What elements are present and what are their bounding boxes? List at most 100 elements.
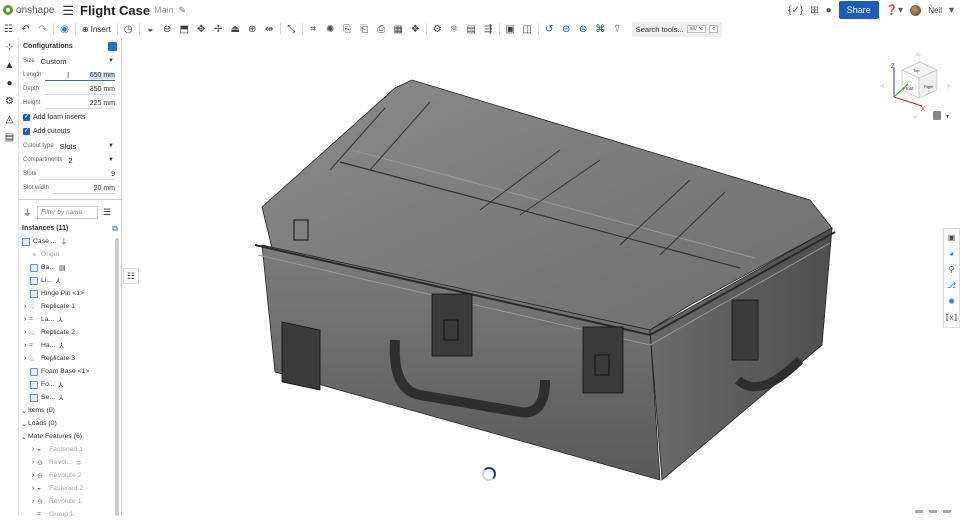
3d-viewport[interactable]: Top Front Right Z X Y ▼	[124, 38, 960, 516]
filter-icon[interactable]: ⏚	[23, 206, 32, 219]
slot-width-value[interactable]: 20 mm	[94, 185, 115, 192]
configurations-tab-icon[interactable]: ◬	[0, 110, 19, 128]
undo-icon[interactable]: ↶	[17, 21, 34, 38]
mate-item[interactable]: ⌗ Group 1	[19, 508, 121, 521]
chevron-right-icon[interactable]: ›	[29, 446, 37, 453]
chevron-down-icon[interactable]: ⌄	[20, 407, 28, 415]
measure-icon[interactable]: ▣	[502, 21, 519, 38]
view-cube[interactable]: Top Front Right Z X Y ▼	[880, 52, 951, 120]
render-mode-icon[interactable]	[933, 111, 941, 120]
height-field[interactable]: Height 225 mm	[19, 96, 121, 110]
replicate-icon[interactable]: ⎘	[339, 21, 356, 38]
list-view-icon[interactable]: ☰	[103, 207, 111, 218]
history-icon[interactable]: ◷	[120, 21, 137, 38]
length-value[interactable]: 650 mm	[89, 71, 115, 79]
view-rotate-up-icon[interactable]	[915, 52, 921, 56]
rotate-x-icon[interactable]: ⊖	[558, 21, 575, 38]
fastened-mate-icon[interactable]: ◒	[142, 21, 159, 38]
simulation-icon[interactable]: ✺	[944, 293, 959, 309]
tree-item[interactable]: › ♧ Replicate 1	[19, 300, 121, 313]
tangent-mate-icon[interactable]: ⤡	[283, 21, 300, 38]
tree-item[interactable]: Li... ⅄	[19, 274, 121, 287]
app-store-icon[interactable]: ⊞	[810, 5, 818, 16]
cylindrical-mate-icon[interactable]: ✢	[210, 21, 227, 38]
user-name[interactable]: Neil	[928, 6, 942, 15]
loads-group[interactable]: ⌄ Loads (0)	[19, 417, 121, 430]
view-control-icon[interactable]	[915, 510, 923, 513]
mate-item[interactable]: › ⊖ Revol... ≑	[19, 456, 121, 469]
chevron-right-icon[interactable]: ›	[21, 329, 29, 336]
slots-value[interactable]: 9	[111, 171, 115, 178]
linear-pattern-icon[interactable]: ⎙	[373, 21, 390, 38]
edit-link-icon[interactable]: ✎	[179, 5, 187, 16]
variables-panel-icon[interactable]: ⟦x⟧	[944, 309, 959, 325]
properties-icon[interactable]: ▣	[944, 229, 959, 245]
parts-list-tab-icon[interactable]: ▤	[0, 128, 19, 146]
slot-width-field[interactable]: Slot width 20 mm	[19, 181, 121, 195]
search-tools-button[interactable]: Search tools... alt/⌥ c	[631, 21, 723, 37]
mate-connector-tab-icon[interactable]: ⊹	[0, 38, 19, 56]
chevron-right-icon[interactable]: ›	[21, 342, 29, 349]
configuration-table-icon[interactable]	[108, 41, 117, 51]
pattern-icon[interactable]: ⎗	[356, 21, 373, 38]
chevron-right-icon[interactable]: ›	[29, 485, 37, 492]
revolute-mate-icon[interactable]: ⊖	[159, 21, 176, 38]
tree-item[interactable]: Origin	[19, 248, 121, 261]
rotate-icon[interactable]: ↺	[541, 21, 558, 38]
appearance-icon[interactable]: ◕	[944, 245, 959, 261]
mate-item[interactable]: › ⊖ Revolute 1	[19, 495, 121, 508]
chevron-down-icon[interactable]: ▾	[949, 5, 954, 16]
explode-icon[interactable]: ▦	[390, 21, 407, 38]
items-group[interactable]: ⌄ Items (0)	[19, 404, 121, 417]
render-mode-chevron-icon[interactable]: ▼	[945, 114, 950, 120]
compartments-select[interactable]: Compartments 2 ▼	[19, 153, 121, 167]
bom-tab-icon[interactable]: ⚙	[0, 92, 19, 110]
mate-features-group[interactable]: ⌄ Mate Features (6)	[19, 430, 121, 443]
tree-scrollbar[interactable]	[115, 238, 119, 516]
ball-mate-icon[interactable]: ⊕	[244, 21, 261, 38]
chevron-right-icon[interactable]: ›	[29, 498, 37, 505]
view-control-icon[interactable]	[929, 510, 937, 513]
group-icon[interactable]: ⌗	[305, 21, 322, 38]
view-rotate-left-icon[interactable]	[880, 83, 884, 89]
slider-mate-icon[interactable]: ⬒	[176, 21, 193, 38]
section-view-icon[interactable]: ◫	[519, 21, 536, 38]
mate-connector-icon[interactable]: ✺	[322, 21, 339, 38]
add-foam-checkbox[interactable]: ✓ Add foam inserts	[19, 110, 121, 124]
chevron-right-icon[interactable]: ›	[21, 355, 29, 362]
tree-item[interactable]: Fo... ⅄	[19, 378, 121, 391]
chevron-right-icon[interactable]: ›	[21, 303, 29, 310]
planar-mate-icon[interactable]: ✥	[193, 21, 210, 38]
feature-list-icon[interactable]: ☷	[0, 21, 17, 38]
tree-item[interactable]: › ⌗ Ha... ⅄	[19, 339, 121, 352]
mate-item[interactable]: › ⊖ Revolute 2	[19, 469, 121, 482]
view-rotate-right-icon[interactable]	[947, 83, 951, 89]
flight-case-model[interactable]	[254, 79, 836, 481]
tree-item[interactable]: Foam Base <1>	[19, 365, 121, 378]
insert-button[interactable]: ⊕ Insert	[78, 25, 115, 34]
onshape-logo[interactable]: onshape	[3, 5, 54, 16]
tree-item[interactable]: › ♧ Replicate 3	[19, 352, 121, 365]
linear-relation-icon[interactable]: ⇶	[480, 21, 497, 38]
depth-field[interactable]: Depth 350 mm	[19, 82, 121, 96]
chevron-down-icon[interactable]: ⌄	[20, 433, 28, 441]
parallel-mate-icon[interactable]: ⇹	[261, 21, 278, 38]
view-control-icon[interactable]	[943, 510, 951, 513]
mate-item[interactable]: › ◒ Fastened 2	[19, 482, 121, 495]
rotate-z-icon[interactable]: ⌘	[592, 21, 609, 38]
view-rotate-down-icon[interactable]	[912, 116, 918, 120]
checkbox-checked-icon[interactable]: ✓	[23, 113, 30, 121]
pin-slot-mate-icon[interactable]: ⏏	[227, 21, 244, 38]
document-title[interactable]: Flight Case	[80, 3, 150, 18]
filter-input[interactable]: Filter by name	[37, 205, 99, 219]
display-state-icon[interactable]: ❖	[407, 21, 424, 38]
redo-icon[interactable]: ↷	[34, 21, 51, 38]
menu-icon[interactable]: ☰	[62, 4, 74, 17]
new-folder-icon[interactable]: ⧉	[112, 224, 118, 234]
variables-icon[interactable]: {✓}	[788, 5, 803, 16]
checkbox-checked-icon[interactable]: ✓	[23, 127, 30, 135]
tree-item[interactable]: Se... ⅄	[19, 391, 121, 404]
depth-value[interactable]: 350 mm	[90, 86, 115, 93]
rotate-y-icon[interactable]: ⊜	[575, 21, 592, 38]
mate-item[interactable]: › ◒ Fastened 1	[19, 443, 121, 456]
